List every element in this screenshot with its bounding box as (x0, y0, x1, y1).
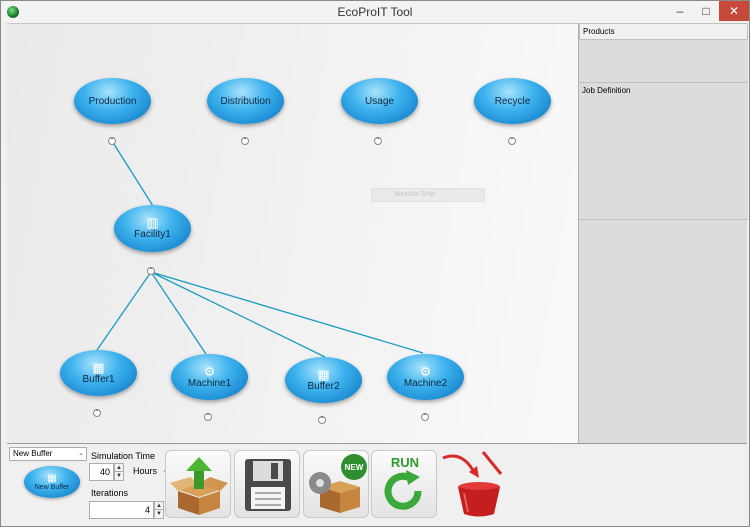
expand-toggle-distribution[interactable]: ⌃ (241, 137, 249, 145)
floppy-disk-icon (245, 459, 291, 511)
expand-toggle-facility[interactable]: ⌃ (147, 267, 155, 275)
gears-icon: ⚙ (203, 363, 216, 379)
node-production[interactable]: Production (74, 78, 151, 124)
job-definition-header: Job Definition (582, 86, 631, 95)
boxes-icon: ▦ (47, 472, 57, 484)
node-label: Usage (365, 95, 394, 107)
node-machine2[interactable]: ⚙ Machine2 (387, 354, 464, 400)
window-snip-ghost: Window Snip (371, 188, 485, 202)
run-refresh-icon: RUN (384, 455, 422, 510)
model-canvas[interactable]: Window Snip Production ⌃ Distribution ⌃ … (7, 23, 578, 443)
node-label: Machine1 (187, 377, 232, 389)
node-usage[interactable]: Usage (341, 78, 418, 124)
node-type-select[interactable]: New Buffer ⌄ (9, 447, 87, 461)
chevron-down-icon: ⌄ (78, 450, 84, 457)
run-label: RUN (391, 455, 419, 470)
iterations-label: Iterations (91, 488, 129, 498)
expand-toggle-machine1[interactable]: ⌃ (204, 413, 212, 421)
title-bar[interactable]: EcoProIT Tool – □ ✕ (1, 1, 749, 23)
iterations-stepper[interactable]: ▲ ▼ (154, 501, 164, 519)
minimize-button[interactable]: – (667, 1, 693, 21)
expand-toggle-recycle[interactable]: ⌃ (508, 137, 516, 145)
node-label: Machine2 (403, 377, 448, 389)
new-node-button[interactable]: ▦ New Buffer (24, 466, 80, 498)
link-facility-buffer1 (96, 271, 152, 351)
gears-icon: ⚙ (419, 363, 432, 379)
iterations-input[interactable]: 4 (89, 501, 154, 519)
time-unit-value: Hours (133, 466, 158, 476)
time-unit-select[interactable]: Hours ⌄ (130, 463, 170, 481)
expand-toggle-buffer2[interactable]: ⌃ (318, 416, 326, 424)
run-simulation-button[interactable]: RUN (371, 450, 437, 518)
expand-toggle-usage[interactable]: ⌃ (374, 137, 382, 145)
boxes-icon: ▦ (317, 366, 330, 382)
stepper-up-icon[interactable]: ▲ (155, 502, 163, 510)
properties-panel: Products Job Definition (578, 23, 748, 443)
stepper-down-icon[interactable]: ▼ (115, 472, 123, 480)
products-header: Products (579, 23, 748, 40)
node-recycle[interactable]: Recycle (474, 78, 551, 124)
stepper-down-icon[interactable]: ▼ (155, 510, 163, 518)
new-model-button[interactable]: NEW (303, 450, 369, 518)
simulation-time-label: Simulation Time (91, 451, 156, 461)
delete-drop-target[interactable] (439, 448, 509, 520)
job-definition-section: Job Definition (579, 83, 748, 220)
node-buffer2[interactable]: ▦ Buffer2 (285, 357, 362, 403)
node-label: Recycle (494, 95, 531, 107)
node-facility[interactable]: ▥ Facility1 (114, 205, 191, 252)
link-production-facility (111, 140, 154, 207)
stepper-up-icon[interactable]: ▲ (115, 464, 123, 472)
node-label: Buffer1 (82, 373, 115, 385)
node-label: Facility1 (134, 229, 171, 240)
new-node-label: New Buffer (34, 483, 70, 491)
node-label: Buffer2 (307, 380, 340, 392)
expand-toggle-machine2[interactable]: ⌃ (421, 413, 429, 421)
save-model-button[interactable] (234, 450, 300, 518)
node-type-select-value: New Buffer (13, 449, 53, 458)
link-facility-buffer2 (150, 271, 326, 358)
bottom-toolbar: New Buffer ⌄ ▦ New Buffer Simulation Tim… (7, 443, 747, 521)
close-button[interactable]: ✕ (719, 1, 749, 21)
node-distribution[interactable]: Distribution (207, 78, 284, 124)
simulation-time-input[interactable]: 40 (89, 463, 114, 481)
load-model-button[interactable] (165, 450, 231, 518)
app-window: EcoProIT Tool – □ ✕ Window Snip Producti… (0, 0, 750, 527)
node-label: Production (88, 95, 137, 107)
expand-toggle-production[interactable]: ⌃ (108, 137, 116, 145)
trash-bucket-icon (442, 451, 503, 517)
window-title: EcoProIT Tool (337, 5, 413, 19)
expand-toggle-buffer1[interactable]: ⌃ (93, 409, 101, 417)
maximize-button[interactable]: □ (693, 1, 719, 21)
new-badge: NEW (345, 463, 364, 472)
factory-icon: ▥ (146, 215, 159, 230)
link-facility-machine2 (150, 271, 424, 354)
link-facility-machine1 (150, 271, 207, 355)
boxes-icon: ▦ (92, 359, 105, 375)
node-buffer1[interactable]: ▦ Buffer1 (60, 350, 137, 396)
open-box-upload-icon (170, 457, 228, 515)
new-box-gear-icon: NEW (309, 454, 367, 513)
products-section: Products (579, 23, 748, 83)
node-machine1[interactable]: ⚙ Machine1 (171, 354, 248, 400)
simulation-time-stepper[interactable]: ▲ ▼ (114, 463, 124, 481)
node-label: Distribution (220, 95, 271, 107)
